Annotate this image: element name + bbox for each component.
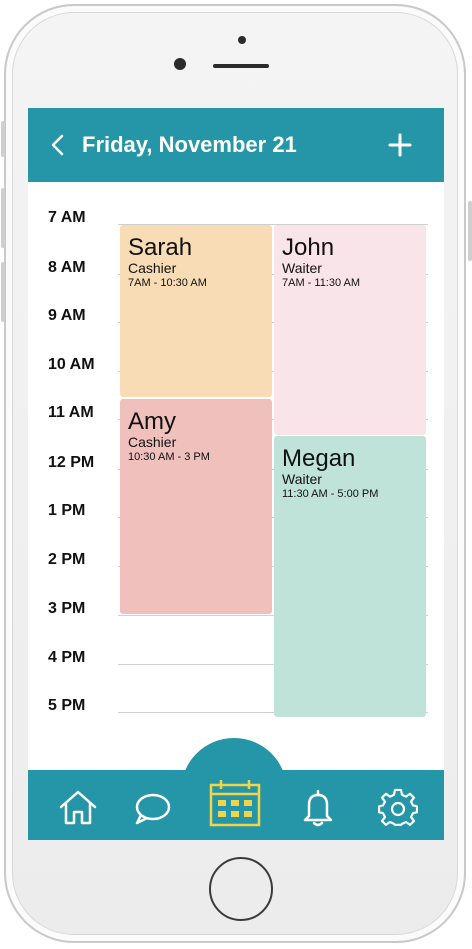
chat-icon[interactable]	[132, 792, 172, 826]
shift-role: Waiter	[282, 260, 322, 276]
plus-icon[interactable]	[388, 133, 412, 157]
volume-down-button	[1, 262, 5, 322]
volume-up-button	[1, 188, 5, 248]
bottom-nav-bar	[28, 770, 444, 840]
shift-employee-name: Amy	[128, 408, 176, 435]
shift-employee-name: Megan	[282, 445, 356, 472]
time-label-3pm: 3 PM	[48, 600, 86, 617]
home-button[interactable]	[209, 857, 273, 921]
time-label-11am: 11 AM	[48, 404, 94, 421]
chevron-left-icon[interactable]	[46, 130, 68, 160]
app-screen: Friday, November 21 7 AM 8 AM 9 AM 10 AM…	[28, 108, 444, 840]
mute-switch	[1, 121, 5, 157]
shift-hours: 7AM - 10:30 AM	[128, 277, 207, 289]
gear-icon[interactable]	[378, 788, 418, 828]
shift-employee-name: Sarah	[128, 234, 193, 261]
home-icon[interactable]	[58, 788, 98, 826]
time-label-5pm: 5 PM	[48, 697, 86, 714]
shift-hours: 7AM - 11:30 AM	[282, 277, 361, 289]
time-label-8am: 8 AM	[48, 259, 86, 276]
shift-employee-name: John	[282, 234, 335, 261]
power-button	[468, 201, 472, 261]
bell-icon[interactable]	[298, 788, 338, 828]
time-label-4pm: 4 PM	[48, 649, 86, 666]
shift-role: Waiter	[282, 471, 322, 487]
earpiece-speaker	[213, 64, 269, 68]
shift-card-amy[interactable]: Amy Cashier 10:30 AM - 3 PM	[120, 399, 272, 614]
time-label-9am: 9 AM	[48, 307, 86, 324]
app-header: Friday, November 21	[28, 108, 444, 182]
shift-hours: 11:30 AM - 5:00 PM	[282, 488, 379, 500]
page-title: Friday, November 21	[82, 132, 297, 157]
shift-card-john[interactable]: John Waiter 7AM - 11:30 AM	[274, 225, 426, 435]
shift-role: Cashier	[128, 434, 177, 450]
shift-hours: 10:30 AM - 3 PM	[128, 451, 210, 463]
time-label-2pm: 2 PM	[48, 551, 86, 568]
time-label-10am: 10 AM	[48, 356, 95, 373]
front-camera	[174, 58, 186, 70]
proximity-sensor	[238, 36, 246, 44]
time-label-7am: 7 AM	[48, 209, 86, 226]
calendar-icon[interactable]	[208, 778, 262, 828]
shift-card-megan[interactable]: Megan Waiter 11:30 AM - 5:00 PM	[274, 436, 426, 717]
time-label-12pm: 12 PM	[48, 454, 95, 471]
shift-role: Cashier	[128, 260, 177, 276]
shift-card-sarah[interactable]: Sarah Cashier 7AM - 10:30 AM	[120, 225, 272, 397]
time-label-1pm: 1 PM	[48, 502, 86, 519]
